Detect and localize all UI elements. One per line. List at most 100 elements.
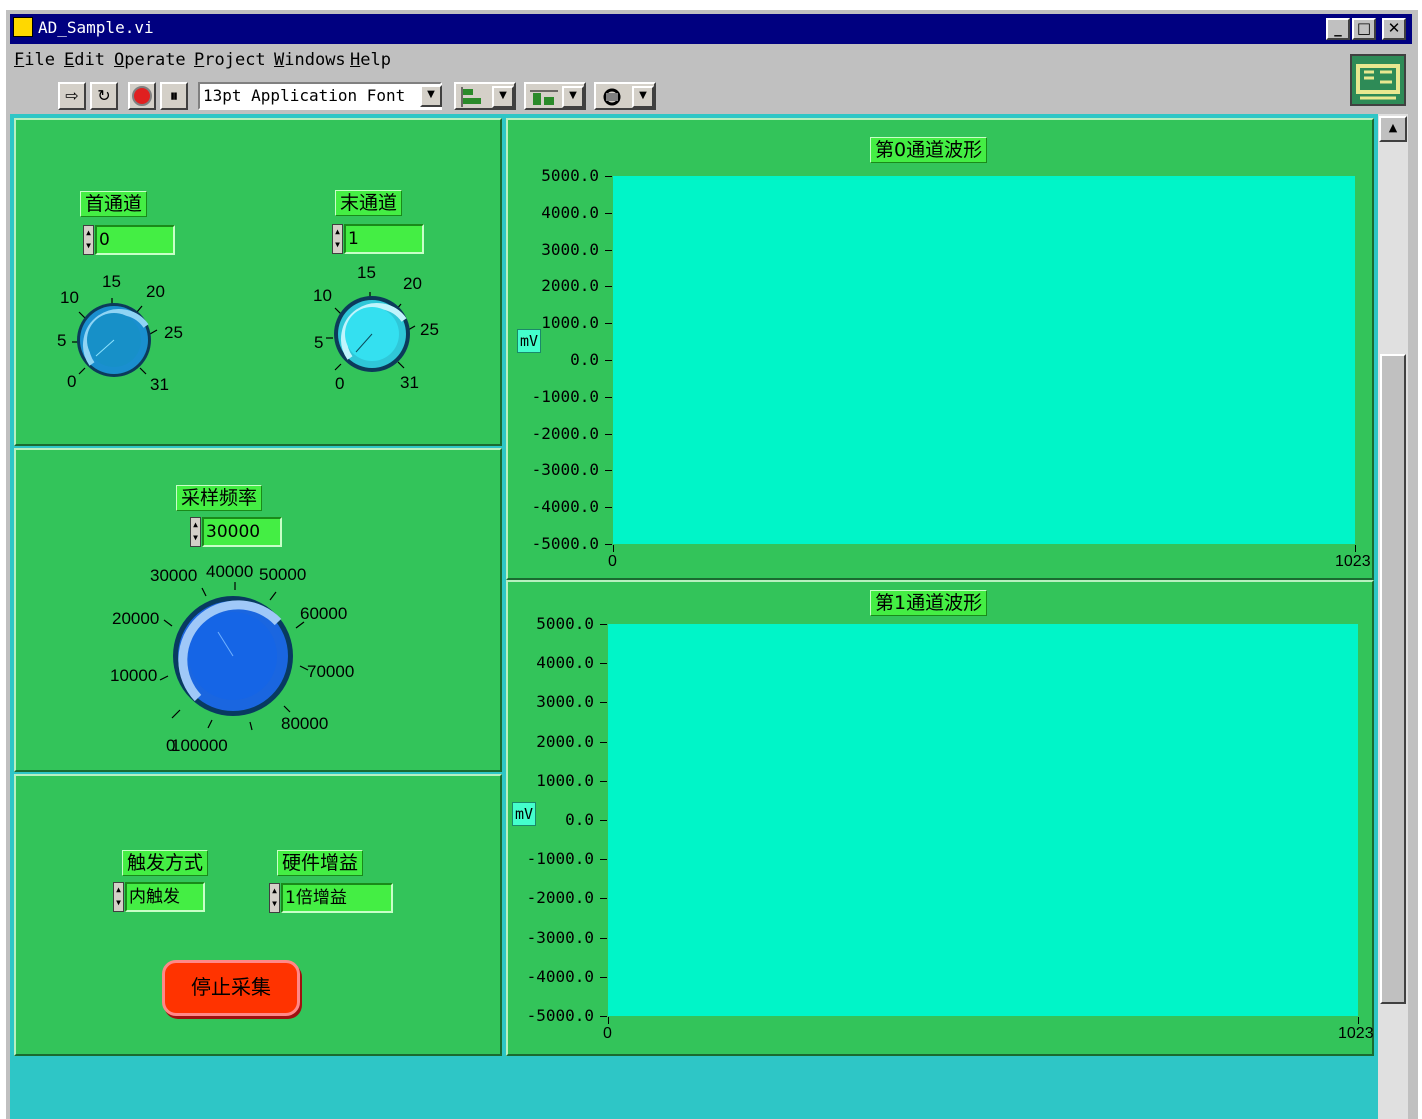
y-tick-mark <box>605 470 612 472</box>
y-tick-mark <box>600 741 607 743</box>
align-objects-dropdown[interactable]: ▼ <box>454 82 516 110</box>
knob2-tick-5: 5 <box>314 333 324 352</box>
y-tick-mark <box>605 212 612 214</box>
run-continuously-icon[interactable]: ↻ <box>90 82 118 110</box>
y-tick-label: 2000.0 <box>536 731 594 751</box>
pause-icon[interactable]: ⏸ <box>160 82 188 110</box>
hardware-gain-spinner[interactable]: ▲ ▼ <box>269 883 280 913</box>
sampling-rate-spinner[interactable]: ▲ ▼ <box>190 517 201 547</box>
y-tick-label: 0.0 <box>565 810 594 829</box>
knob2-tick-31: 31 <box>400 373 419 392</box>
knob1-tick-10: 10 <box>60 288 79 307</box>
y-tick-mark <box>600 976 607 978</box>
knob2-tick-25: 25 <box>420 320 439 339</box>
y-tick-mark <box>605 544 612 545</box>
close-button[interactable]: ✕ <box>1382 18 1406 40</box>
vi-connector-icon[interactable] <box>1350 54 1406 106</box>
y-tick-mark <box>600 663 607 665</box>
knob1-tick-25: 25 <box>164 323 183 342</box>
knob1-tick-0: 0 <box>67 372 77 391</box>
y-tick-label: -3000.0 <box>526 927 594 947</box>
run-arrow-icon[interactable]: ⇨ <box>58 82 86 110</box>
y-tick-label: 1000.0 <box>536 770 594 790</box>
font-selector[interactable]: 13pt Application Font <box>198 82 442 110</box>
sampling-rate-input[interactable]: 30000 <box>202 517 282 547</box>
scroll-up-arrow-icon[interactable]: ▲ <box>1379 116 1407 142</box>
menu-operate[interactable]: Operate <box>114 50 186 70</box>
y-tick-label: 1000.0 <box>541 313 599 333</box>
knob3-tick-30000: 30000 <box>150 566 198 585</box>
knob3-tick-20000: 20000 <box>112 609 160 628</box>
menu-help[interactable]: Help <box>350 50 391 70</box>
x-tick-mark <box>1355 545 1356 552</box>
title-bar[interactable] <box>10 14 1412 44</box>
knob1-tick-20: 20 <box>146 282 165 301</box>
x-tick-mark <box>608 1017 609 1024</box>
first-channel-spinner[interactable]: ▲ ▼ <box>83 225 94 255</box>
y-tick-mark <box>605 396 612 398</box>
y-tick-mark <box>605 249 612 251</box>
x-tick-label: 1023 <box>1338 1025 1374 1042</box>
y-tick-mark <box>600 624 607 625</box>
y-tick-mark <box>605 433 612 435</box>
y-tick-label: -4000.0 <box>531 497 599 517</box>
x-tick-label: 0 <box>603 1025 612 1042</box>
maximize-button[interactable]: □ <box>1352 18 1376 40</box>
distribute-icon <box>530 90 558 105</box>
knob2-tick-0: 0 <box>335 374 345 393</box>
knob3-tick-40000: 40000 <box>206 562 254 581</box>
labview-vi-icon <box>13 17 33 37</box>
knob2-tick-20: 20 <box>403 274 422 293</box>
chevron-down-icon[interactable]: ▼ <box>632 86 654 108</box>
trigger-mode-label: 触发方式 <box>122 850 209 876</box>
distribute-objects-dropdown[interactable]: ▼ <box>524 82 586 110</box>
chevron-down-icon[interactable]: ▼ <box>420 85 442 107</box>
window-title: AD_Sample.vi <box>38 18 154 37</box>
hardware-gain-label: 硬件增益 <box>277 850 364 876</box>
knob1-tick-5: 5 <box>57 331 67 350</box>
trigger-mode-spinner[interactable]: ▲ ▼ <box>113 882 124 912</box>
first-channel-label: 首通道 <box>80 191 148 217</box>
x-tick-mark <box>613 545 614 552</box>
knob3-tick-10000: 10000 <box>110 666 158 685</box>
menu-windows[interactable]: Windows <box>274 50 346 70</box>
scrollbar-thumb[interactable] <box>1380 354 1406 1004</box>
reorder-dropdown[interactable]: ▼ <box>594 82 656 110</box>
minimize-button[interactable]: _ <box>1326 18 1350 40</box>
menu-project[interactable]: Project <box>194 50 266 70</box>
x-tick-label: 1023 <box>1335 553 1371 570</box>
x-tick-label: 0 <box>608 553 617 570</box>
knob3-tick-50000: 50000 <box>259 565 307 584</box>
y-tick-mark <box>600 780 607 782</box>
y-tick-mark <box>605 286 612 288</box>
plot-area[interactable] <box>613 176 1355 544</box>
hardware-gain-input[interactable]: 1倍增益 <box>281 883 393 913</box>
graph0-title: 第0通道波形 <box>870 137 988 163</box>
first-channel-input[interactable]: 0 <box>95 225 175 255</box>
chevron-down-icon[interactable]: ▼ <box>492 86 514 108</box>
knob3-tick-80000: 80000 <box>281 714 329 733</box>
y-tick-label: 2000.0 <box>541 276 599 296</box>
plot-area[interactable] <box>608 624 1358 1016</box>
y-tick-label: -4000.0 <box>526 966 594 986</box>
last-channel-spinner[interactable]: ▲ ▼ <box>332 224 343 254</box>
y-tick-label: 4000.0 <box>536 653 594 673</box>
menu-edit[interactable]: Edit <box>64 50 105 70</box>
chevron-down-icon[interactable]: ▼ <box>562 86 584 108</box>
y-tick-label: 3000.0 <box>541 239 599 259</box>
trigger-mode-input[interactable]: 内触发 <box>125 882 205 912</box>
menu-file[interactable]: File <box>14 50 55 70</box>
y-tick-mark <box>600 859 607 861</box>
y-tick-mark <box>605 176 612 177</box>
y-tick-label: -5000.0 <box>531 534 599 553</box>
y-tick-label: 3000.0 <box>536 692 594 712</box>
abort-stop-icon[interactable] <box>128 82 156 110</box>
y-tick-label: -3000.0 <box>531 460 599 480</box>
stop-acquisition-button[interactable]: 停止采集 <box>162 960 300 1016</box>
align-icon <box>461 87 481 107</box>
graph1-title: 第1通道波形 <box>870 590 988 616</box>
y-tick-label: -2000.0 <box>531 423 599 443</box>
knob1-tick-31: 31 <box>150 375 169 394</box>
last-channel-input[interactable]: 1 <box>344 224 424 254</box>
y-tick-label: -1000.0 <box>531 386 599 406</box>
